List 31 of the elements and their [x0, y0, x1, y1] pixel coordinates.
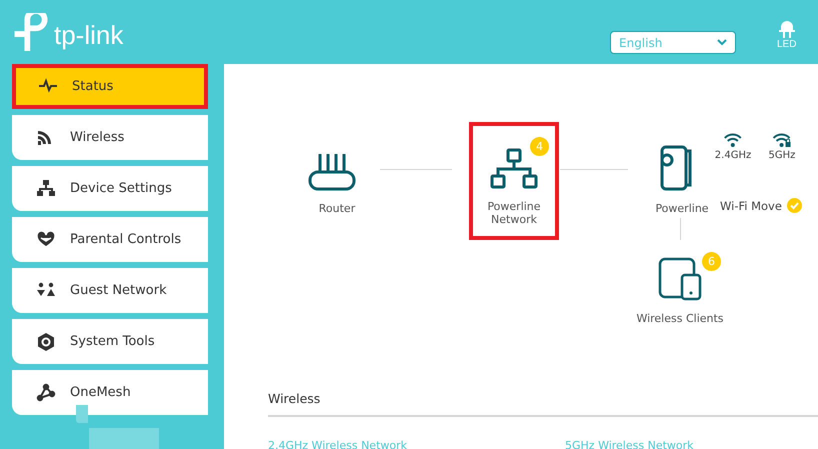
sidebar-item[interactable]: Wireless [12, 115, 208, 160]
decorative-block [76, 405, 88, 423]
band-label: 2.4GHz [714, 150, 752, 161]
logo-text: tp-link [54, 22, 124, 48]
band-label: 5GHz [768, 150, 796, 161]
router-icon [308, 152, 356, 192]
network-icon [36, 178, 56, 198]
gear-icon [36, 332, 56, 352]
decorative-block [89, 428, 159, 449]
sidebar-item[interactable]: OneMesh [12, 370, 208, 415]
devices-icon [658, 257, 702, 301]
bulb-icon[interactable] [778, 20, 795, 38]
chevron-down-icon [717, 39, 727, 46]
logo-icon [12, 13, 50, 51]
led-label: LED [777, 39, 796, 50]
network-icon [490, 148, 538, 190]
count-badge: 6 [702, 252, 721, 271]
powerline-adapter-icon [658, 145, 694, 191]
sidebar-item[interactable]: Parental Controls [12, 217, 208, 262]
count-badge: 4 [530, 137, 549, 156]
node-label: Router [318, 202, 356, 215]
sidebar-item[interactable]: Status [12, 64, 208, 109]
node-label: Wireless Clients [636, 312, 724, 325]
sidebar-item[interactable]: System Tools [12, 319, 208, 364]
section-title: Wireless [268, 391, 320, 406]
node-label: Powerline [655, 202, 709, 215]
node-label: Powerline Network [486, 200, 542, 226]
wifi-move-label: Wi-Fi Move [720, 198, 782, 212]
mesh-icon [36, 382, 56, 402]
sidebar-item[interactable]: Device Settings [12, 166, 208, 211]
sidebar-item[interactable]: Guest Network [12, 268, 208, 313]
